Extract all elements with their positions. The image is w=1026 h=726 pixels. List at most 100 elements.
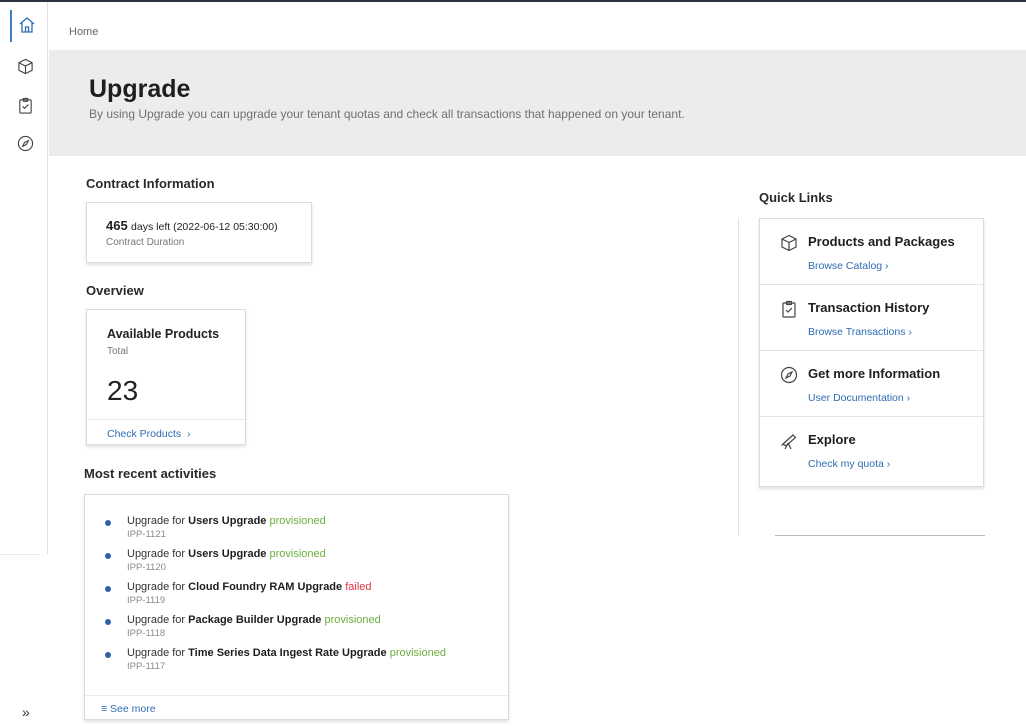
activity-status: provisioned (269, 548, 326, 560)
activity-status: provisioned (269, 515, 326, 527)
box-icon (781, 234, 797, 252)
activity-id: IPP-1120 (127, 562, 166, 573)
quick-links-section-title: Quick Links (759, 190, 833, 205)
quick-link-title: Get more Information (808, 366, 941, 381)
contract-section-title: Contract Information (86, 176, 215, 191)
quick-link-title: Products and Packages (808, 234, 955, 249)
activity-product: Time Series Data Ingest Rate Upgrade (188, 647, 387, 659)
list-item: Upgrade for Users Upgrade provisioned IPP… (103, 515, 503, 548)
activity-id: IPP-1118 (127, 628, 166, 639)
quick-link-products[interactable]: Products and Packages Browse Catalog › (760, 219, 983, 285)
page-header: Upgrade By using Upgrade you can upgrade… (49, 50, 1026, 156)
activity-product: Cloud Foundry RAM Upgrade (188, 581, 343, 593)
chevron-right-icon: › (903, 392, 911, 404)
top-border (0, 0, 1026, 2)
bullet-icon (105, 553, 111, 559)
sidebar-item-home[interactable] (16, 14, 38, 36)
sidebar-item-information[interactable] (14, 132, 36, 154)
check-products-label: Check Products (107, 428, 182, 440)
activity-prefix: Upgrade for (127, 647, 186, 659)
clipboard-icon (18, 97, 32, 114)
sidebar-item-transactions[interactable] (14, 94, 36, 116)
contract-days-suffix: days left (2022-06-12 05:30:00) (131, 221, 278, 233)
quick-links-bottom-line (775, 535, 985, 536)
available-products-card: Available Products Total 23 Check Produc… (86, 309, 246, 445)
activity-text: Upgrade for Time Series Data Ingest Rate… (127, 647, 446, 659)
list-icon: ≡ (101, 703, 111, 715)
overview-section-title: Overview (86, 283, 144, 298)
page-title: Upgrade (89, 75, 191, 103)
activity-product: Users Upgrade (188, 515, 267, 527)
breadcrumb-bar: Home (49, 12, 1026, 50)
sidebar-item-products[interactable] (14, 55, 36, 77)
list-item: Upgrade for Users Upgrade provisioned IPP… (103, 548, 503, 581)
quick-links-divider (738, 218, 739, 536)
see-more-label: See more (110, 703, 156, 715)
activity-prefix: Upgrade for (127, 548, 186, 560)
sidebar-bottom-divider (0, 554, 40, 555)
quick-link-transactions[interactable]: Transaction History Browse Transactions … (760, 285, 983, 351)
quick-links-card: Products and Packages Browse Catalog › T… (759, 218, 984, 487)
contract-card: 465 days left (2022-06-12 05:30:00) Cont… (86, 202, 312, 263)
see-more-link[interactable]: ≡ See more (101, 703, 156, 715)
check-quota-link[interactable]: Check my quota › (808, 458, 890, 470)
browse-catalog-label: Browse Catalog (808, 260, 883, 272)
contract-days-number: 465 (106, 218, 128, 233)
activity-text: Upgrade for Users Upgrade provisioned (127, 515, 326, 527)
available-products-title: Available Products (107, 327, 220, 341)
quick-link-explore[interactable]: Explore Check my quota › (760, 417, 983, 483)
clipboard-icon (782, 300, 796, 318)
app-root: » Home Upgrade By using Upgrade you can … (0, 0, 1026, 726)
chevron-right-icon: › (882, 260, 889, 272)
available-products-count: 23 (107, 375, 139, 406)
list-item: Upgrade for Cloud Foundry RAM Upgrade fa… (103, 581, 503, 614)
activity-prefix: Upgrade for (127, 515, 186, 527)
activity-prefix: Upgrade for (127, 581, 186, 593)
user-documentation-link[interactable]: User Documentation › (808, 392, 910, 404)
activity-status: failed (345, 581, 372, 593)
chevron-right-icon: › (883, 458, 891, 470)
user-documentation-label: User Documentation (808, 392, 904, 404)
check-quota-label: Check my quota (808, 458, 884, 470)
sidebar-active-indicator (10, 10, 12, 42)
contract-days-left: 465 days left (2022-06-12 05:30:00) (106, 218, 278, 233)
bullet-icon (105, 652, 111, 658)
telescope-icon (781, 434, 797, 450)
activities-footer: ≡ See more (85, 695, 508, 720)
box-icon (17, 58, 33, 74)
bullet-icon (105, 586, 111, 592)
bullet-icon (105, 619, 111, 625)
compass-icon (17, 135, 33, 151)
chevron-right-icon: › (905, 326, 912, 338)
activity-text: Upgrade for Cloud Foundry RAM Upgrade fa… (127, 581, 372, 593)
quick-link-information[interactable]: Get more Information User Documentation … (760, 351, 983, 417)
contract-duration-label: Contract Duration (106, 237, 185, 248)
activity-id: IPP-1121 (127, 529, 166, 540)
breadcrumb-home[interactable]: Home (69, 26, 98, 38)
quick-link-title: Transaction History (808, 300, 930, 315)
activity-status: provisioned (324, 614, 381, 626)
activity-status: provisioned (389, 647, 446, 659)
browse-transactions-link[interactable]: Browse Transactions › (808, 326, 912, 338)
home-icon (19, 17, 35, 33)
activity-id: IPP-1119 (127, 595, 166, 606)
activity-product: Package Builder Upgrade (188, 614, 322, 626)
activity-text: Upgrade for Users Upgrade provisioned (127, 548, 326, 560)
chevron-right-icon: › (184, 428, 191, 440)
page-subtitle: By using Upgrade you can upgrade your te… (89, 107, 685, 121)
activity-product: Users Upgrade (188, 548, 267, 560)
check-products-link[interactable]: Check Products › (107, 428, 190, 440)
browse-catalog-link[interactable]: Browse Catalog › (808, 260, 889, 272)
activities-card: Upgrade for Users Upgrade provisioned IPP… (84, 494, 509, 720)
activities-section-title: Most recent activities (84, 466, 217, 481)
quick-link-title: Explore (808, 432, 856, 447)
compass-icon (780, 366, 798, 384)
expand-sidebar-icon[interactable]: » (22, 704, 30, 720)
bullet-icon (105, 520, 111, 526)
list-item: Upgrade for Time Series Data Ingest Rate… (103, 647, 503, 680)
activity-text: Upgrade for Package Builder Upgrade prov… (127, 614, 381, 626)
available-products-subtitle: Total (107, 346, 129, 357)
activity-prefix: Upgrade for (127, 614, 186, 626)
activities-list: Upgrade for Users Upgrade provisioned IPP… (103, 515, 503, 680)
available-products-footer: Check Products › (87, 419, 245, 445)
